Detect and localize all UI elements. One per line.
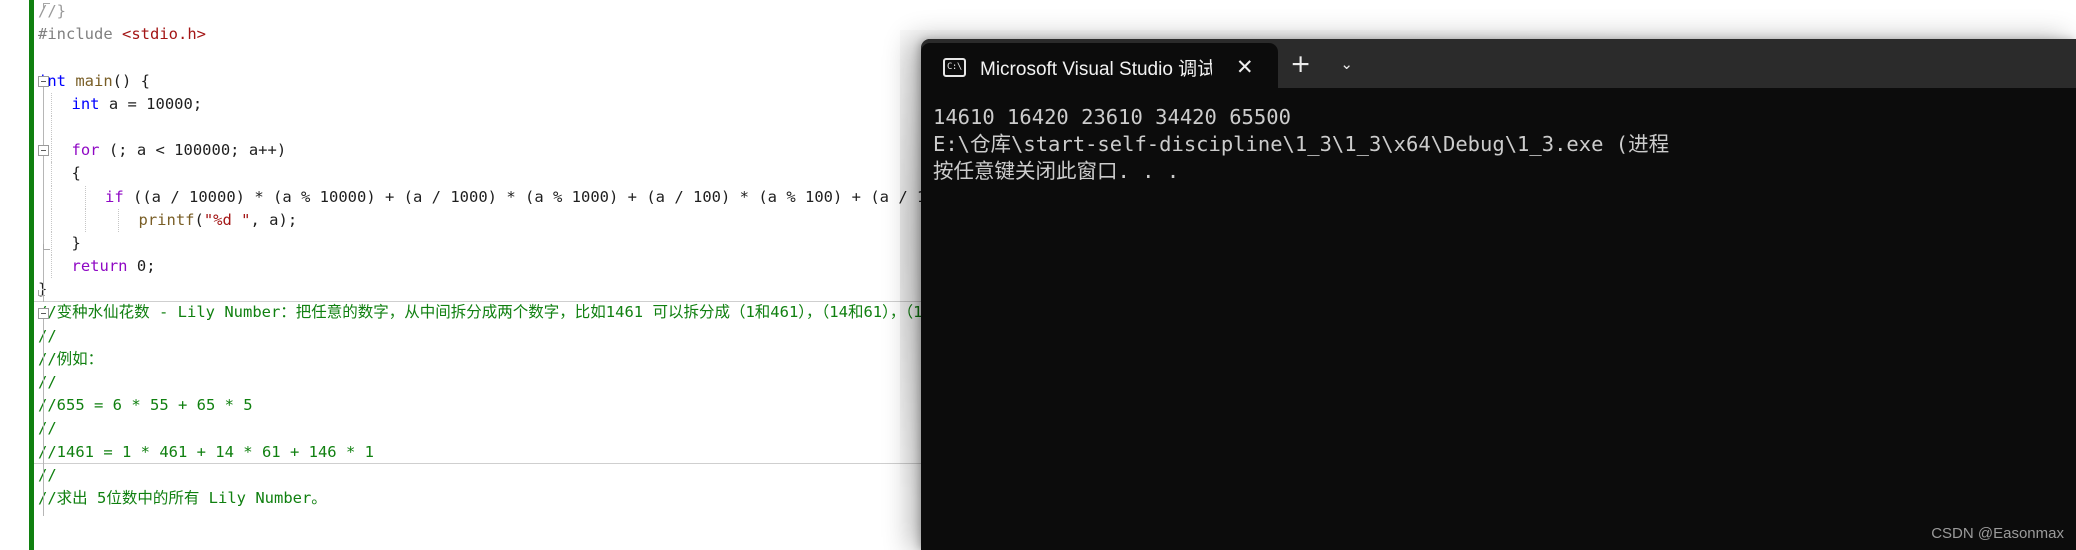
outline-collapse-for[interactable] [38,145,49,157]
indent-guide [51,116,52,140]
code-token: #include [38,25,122,44]
console-output-line: 按任意键关闭此窗口. . . [933,159,1180,183]
outline-collapse-comment[interactable] [38,307,49,319]
indent-guide [51,255,52,279]
code-token: // [38,373,57,391]
code-token: //变种水仙花数 - Lily Number：把任意的数字，从中间拆分成两个数字… [38,303,1007,322]
code-token: int [71,94,100,113]
close-icon[interactable]: ✕ [1226,51,1264,84]
code-token: printf [138,210,195,229]
code-line[interactable]: //} [0,0,1210,23]
code-token: for [71,141,100,160]
code-token: 10000 [146,94,193,113]
code-token: ) * (a % [235,187,320,206]
code-token: //1461 = 1 * 461 + 14 * 61 + 146 * 1 [38,442,374,461]
code-token: 1000 [571,187,609,206]
code-token: ) + (a / [609,187,693,206]
code-token: ( [194,210,204,229]
code-token: ) + (a / [833,187,917,206]
debug-console-window[interactable]: C:\ Microsoft Visual Studio 调试控制台 ✕ + ⌄ … [921,39,2076,550]
command-prompt-icon: C:\ [943,58,966,77]
code-token: ) * (a % [487,187,572,206]
indent-guide [51,232,52,256]
console-tab[interactable]: C:\ Microsoft Visual Studio 调试控制台 ✕ [921,43,1278,92]
code-token: "%d " [203,210,251,229]
code-token: ; [146,257,156,276]
chevron-down-icon[interactable]: ⌄ [1324,39,1370,88]
outline-end-bracket-for [43,244,50,250]
indent-guide [51,185,52,209]
console-tab-title: Microsoft Visual Studio 调试控制台 [980,59,1212,80]
outline-end-bracket-main [38,290,45,297]
code-token: 10000 [189,187,236,206]
code-token: 1000 [450,187,488,206]
code-token: <stdio.h> [122,25,206,44]
code-token: ; [192,94,203,113]
outline-collapse-main[interactable] [38,75,49,87]
code-token: ((a / [123,187,189,206]
indent-guide [84,208,86,232]
outline-structure-guide-main [43,86,44,303]
code-token: 0 [136,257,147,276]
code-token: // [38,465,57,484]
console-titlebar[interactable]: C:\ Microsoft Visual Studio 调试控制台 ✕ + ⌄ [921,39,2076,92]
code-token: main [75,71,113,90]
code-token: // [38,419,57,438]
modified-lines-change-bar [29,0,34,550]
console-output-line: 14610 16420 23610 34420 65500 [933,105,1291,129]
titlebar-drag-region[interactable] [1370,39,2076,88]
code-token: { [71,164,81,183]
indent-guide [51,208,52,232]
outline-top-bracket [43,3,50,9]
code-token: , a); [250,210,298,229]
new-tab-button[interactable]: + [1278,39,1324,88]
code-token: return [71,257,128,276]
code-token: 100 [805,187,833,206]
watermark-label: CSDN @Easonmax [1931,525,2064,542]
indent-guide [118,208,119,232]
code-token: ) + (a / [366,187,451,206]
code-token: ) * (a % [721,187,805,206]
code-token: //655 = 6 * 55 + 65 * 5 [38,396,253,415]
code-token: ; a++) [230,141,287,160]
code-token: a = [99,94,147,113]
code-token: if [105,187,124,206]
code-token: (; a < [99,141,175,160]
indent-guide [51,139,52,163]
command-prompt-icon-glyph: C:\ [947,62,962,72]
code-token: // [38,326,57,345]
code-token: //例如： [38,349,104,368]
indent-guide [51,92,52,116]
screenshot-root: //} #include <stdio.h> int main() {int a =… [0,0,2076,550]
indent-guide [84,185,86,209]
code-token: () { [112,71,150,90]
code-token: } [71,233,81,252]
code-token: 100 [693,187,721,206]
code-token: //求出 5位数中的所有 Lily Number。 [38,488,327,507]
code-token: 10000 [319,187,367,206]
indent-guide [51,162,52,186]
console-output[interactable]: 14610 16420 23610 34420 65500 E:\仓库\start… [921,88,2076,550]
outline-structure-guide-comment [43,318,44,516]
code-token: 100000 [174,141,231,160]
console-output-line: E:\仓库\start-self-discipline\1_3\1_3\x64\… [933,132,1670,156]
